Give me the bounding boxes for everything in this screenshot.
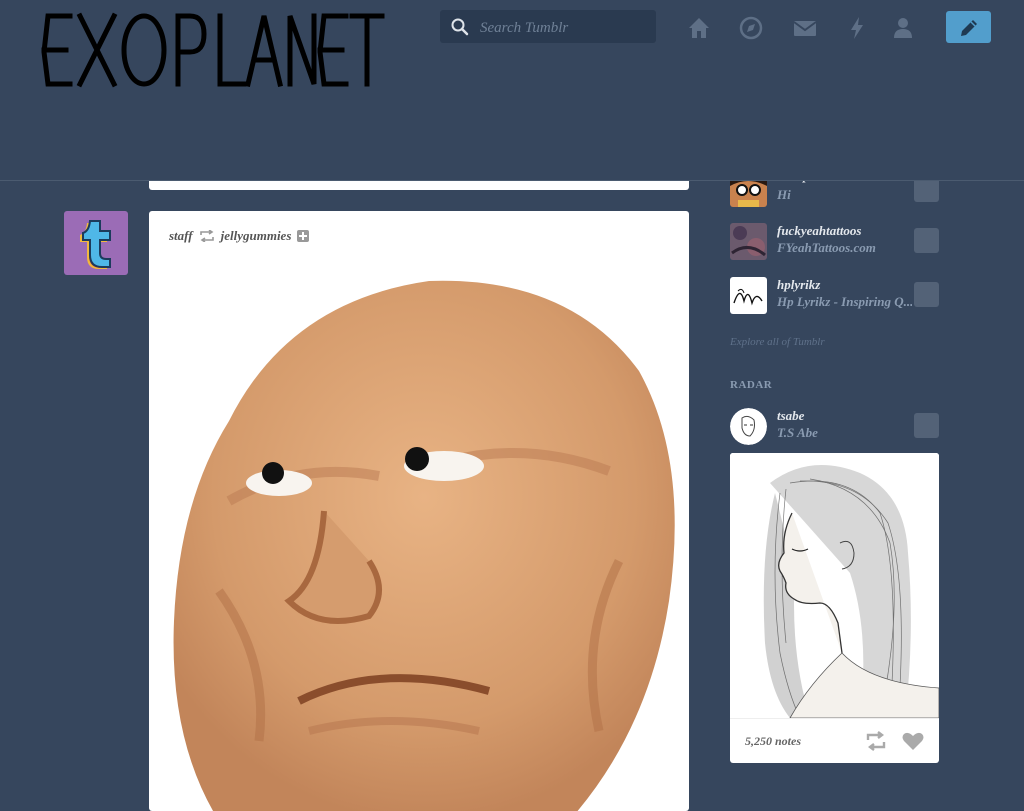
search-icon xyxy=(451,18,469,36)
recommended-blog[interactable]: fuckyeahtattoos FYeahTattoos.com xyxy=(730,223,940,263)
search-input[interactable] xyxy=(478,16,652,40)
avatar[interactable] xyxy=(730,223,767,260)
post-author-avatar[interactable] xyxy=(64,211,128,275)
radar-username[interactable]: tsabe xyxy=(777,408,804,424)
recommended-title: Hi xyxy=(777,187,791,202)
heart-icon[interactable] xyxy=(902,731,924,751)
follow-button[interactable] xyxy=(914,282,939,307)
activity-icon[interactable] xyxy=(844,15,870,41)
explore-link[interactable]: Explore all of Tumblr xyxy=(730,336,825,348)
recommended-username[interactable]: hplyrikz xyxy=(777,277,820,293)
recommended-blog[interactable]: hplyrikz Hp Lyrikz - Inspiring Q... xyxy=(730,277,940,317)
recommended-title: FYeahTattoos.com xyxy=(777,240,876,255)
recommended-username[interactable]: fuckyeahtattoos xyxy=(777,223,862,239)
post-card: staff jellygummies xyxy=(149,211,689,811)
search-bar[interactable] xyxy=(440,10,656,43)
radar-blog[interactable]: tsabe T.S Abe xyxy=(730,408,940,448)
radar-heading: RADAR xyxy=(730,379,773,391)
radar-post-image[interactable] xyxy=(730,453,939,718)
recommended-title: Hp Lyrikz - Inspiring Q... xyxy=(777,294,912,309)
home-icon[interactable] xyxy=(686,15,712,41)
radar-post-footer: 5,250 notes xyxy=(730,718,939,763)
pencil-icon xyxy=(961,20,977,36)
post-author-link[interactable]: staff xyxy=(169,228,193,244)
post-header: staff jellygummies xyxy=(169,227,310,245)
notes-count[interactable]: 5,250 notes xyxy=(745,734,801,749)
follow-button[interactable] xyxy=(914,228,939,253)
reblogged-from-link[interactable]: jellygummies xyxy=(221,228,292,244)
post-photo[interactable] xyxy=(149,261,689,811)
tumblr-logo-icon xyxy=(80,220,111,269)
follow-plus-icon[interactable] xyxy=(297,230,310,242)
follow-button[interactable] xyxy=(914,413,939,438)
radar-title: T.S Abe xyxy=(777,425,818,440)
radar-post-card: 5,250 notes xyxy=(730,453,939,763)
reblog-icon xyxy=(199,230,214,242)
account-icon[interactable] xyxy=(890,15,916,41)
inbox-icon[interactable] xyxy=(792,15,818,41)
explore-icon[interactable] xyxy=(738,15,764,41)
dashboard-header xyxy=(0,0,1024,181)
avatar[interactable] xyxy=(730,408,767,445)
compose-button[interactable] xyxy=(946,11,991,43)
blog-logo[interactable] xyxy=(40,10,386,90)
avatar[interactable] xyxy=(730,277,767,314)
reblog-icon[interactable] xyxy=(865,731,887,751)
